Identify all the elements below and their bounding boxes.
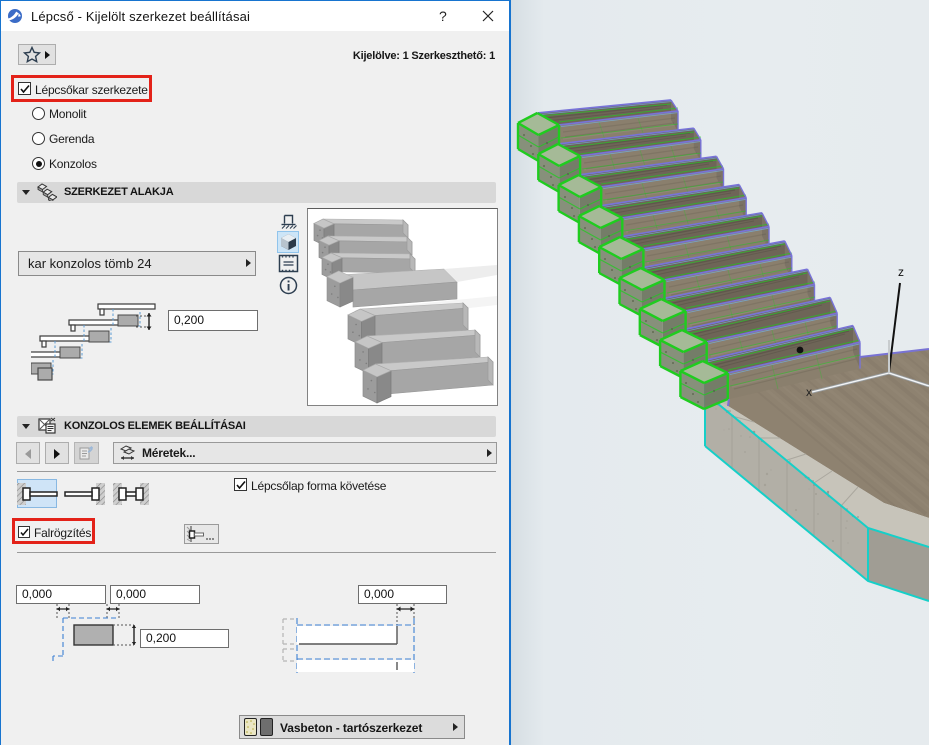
svg-text:z: z: [898, 265, 904, 279]
svg-text:x: x: [806, 385, 812, 399]
